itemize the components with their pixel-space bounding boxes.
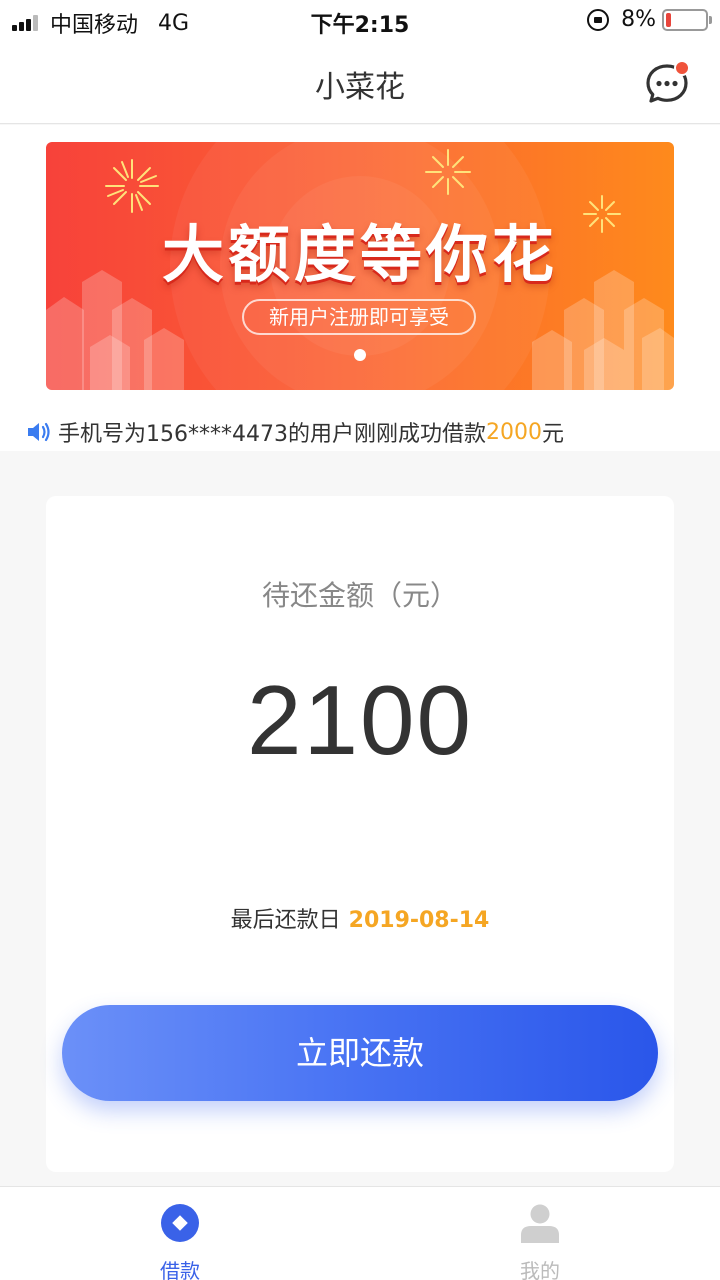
amount-value: 2100 <box>246 665 473 775</box>
tab-loan-label: 借款 <box>160 1259 200 1280</box>
loan-icon <box>161 1204 199 1242</box>
user-icon <box>521 1204 559 1243</box>
repay-now-button[interactable]: 立即还款 <box>62 1005 658 1101</box>
banner-title: 大额度等你花 <box>161 218 558 291</box>
promo-banner[interactable]: 大额度等你花 新用户注册即可享受 <box>46 142 674 390</box>
amount-label: 待还金额（元） <box>261 579 458 612</box>
battery-percent: 8% <box>621 7 656 32</box>
battery-level <box>666 12 671 27</box>
announcement-unit: 元 <box>541 422 564 447</box>
repayment-card: 待还金额（元） 2100 最后还款日 2019-08-14 立即还款 <box>46 496 674 1172</box>
tab-mine-label: 我的 <box>520 1259 560 1280</box>
message-button[interactable] <box>644 60 690 106</box>
due-date-label: 最后还款日 <box>230 908 341 933</box>
announcement-text: 手机号为156****4473的用户刚刚成功借款 <box>58 422 486 447</box>
nav-bar: 小菜花 <box>0 40 720 124</box>
announcement-amount: 2000 <box>485 419 542 445</box>
app-screen: 中国移动 4G 下午2:15 8% 小菜花 大额度等你花 新用户注册即可享受 手… <box>0 0 720 1280</box>
due-date-row: 最后还款日 2019-08-14 <box>46 902 674 934</box>
page-title: 小菜花 <box>315 70 405 105</box>
tab-loan[interactable]: 借款 <box>0 1187 360 1280</box>
banner-area: 大额度等你花 新用户注册即可享受 <box>0 125 720 413</box>
status-bar: 中国移动 4G 下午2:15 8% <box>0 0 720 40</box>
status-right: 8% <box>587 7 712 32</box>
tab-mine[interactable]: 我的 <box>360 1187 720 1280</box>
speaker-icon <box>28 422 50 442</box>
tab-bar: 借款 我的 <box>0 1186 720 1280</box>
announcement-bar: 手机号为156****4473的用户刚刚成功借款 2000 元 <box>0 413 720 451</box>
unread-badge <box>674 60 690 76</box>
due-date-value: 2019-08-14 <box>348 908 490 933</box>
battery-icon <box>662 8 712 31</box>
chat-bubble-icon <box>646 60 690 103</box>
banner-subtitle: 新用户注册即可享受 <box>242 299 476 335</box>
carousel-indicator[interactable] <box>354 349 366 361</box>
rotation-lock-icon <box>587 8 610 31</box>
